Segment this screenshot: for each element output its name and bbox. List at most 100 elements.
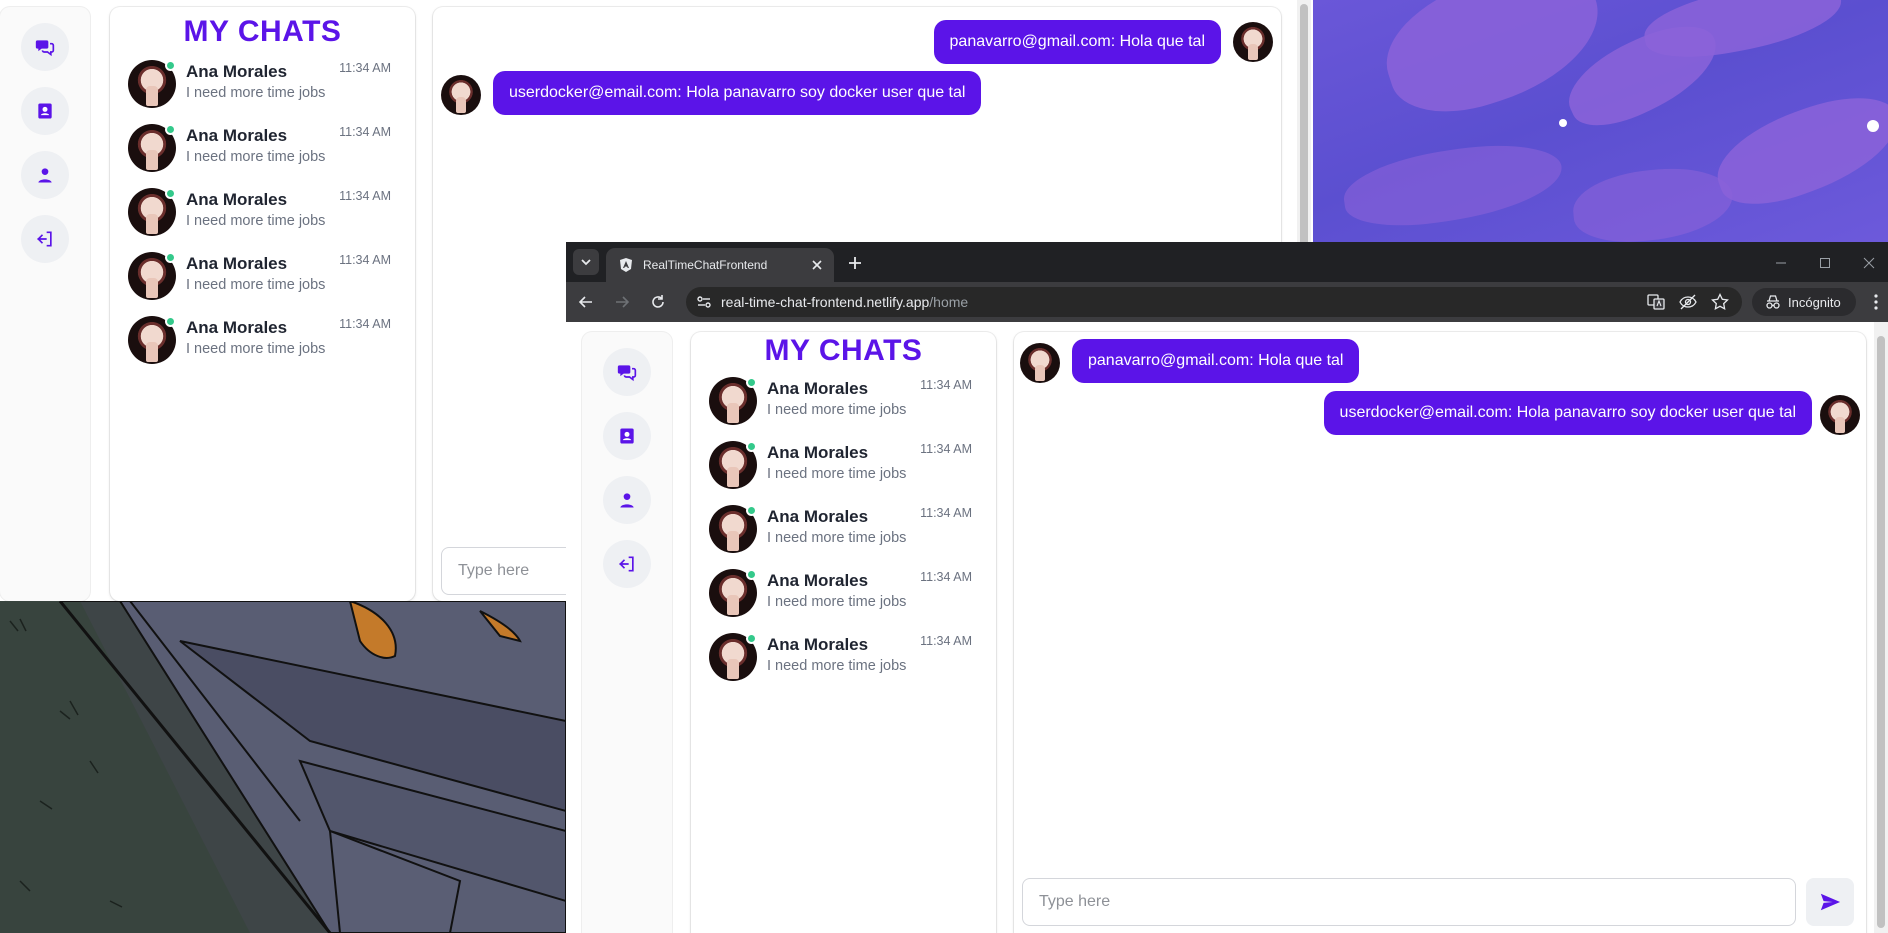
chat-last-message: I need more time jobs bbox=[767, 594, 907, 610]
chat-list-item[interactable]: Ana Morales I need more time jobs 11:34 … bbox=[128, 249, 391, 303]
translate-button[interactable] bbox=[1646, 292, 1666, 312]
chat-contact-name: Ana Morales bbox=[186, 62, 288, 81]
chat-last-message: I need more time jobs bbox=[186, 341, 326, 357]
online-status-dot bbox=[165, 316, 176, 327]
chat-contact-name: Ana Morales bbox=[186, 318, 288, 337]
arrow-right-icon bbox=[616, 296, 630, 308]
message-bubble: userdocker@email.com: Hola panavarro soy… bbox=[493, 71, 982, 115]
message-bubble: userdocker@email.com: Hola panavarro soy… bbox=[1323, 391, 1812, 435]
chats-nav-button[interactable] bbox=[21, 23, 69, 71]
contacts-icon bbox=[620, 428, 634, 444]
minimize-icon bbox=[1776, 262, 1786, 264]
online-status-dot bbox=[746, 441, 757, 452]
chat-list-panel: MY CHATS Ana Morales I need more time jo… bbox=[691, 332, 996, 933]
tab-close-button[interactable] bbox=[808, 256, 826, 274]
chat-contact-name: Ana Morales bbox=[186, 126, 288, 145]
chats-nav-button[interactable] bbox=[603, 348, 651, 396]
chat-list-item[interactable]: Ana Morales I need more time jobs 11:34 … bbox=[709, 630, 972, 684]
browser-toolbar: real-time-chat-frontend.netlify.app/home… bbox=[566, 282, 1888, 322]
contacts-icon bbox=[38, 103, 52, 119]
send-button[interactable] bbox=[1806, 878, 1854, 926]
chat-list-item[interactable]: Ana Morales I need more time jobs 11:34 … bbox=[709, 438, 972, 492]
chat-time: 11:34 AM bbox=[339, 317, 391, 331]
chat-list-panel: MY CHATS Ana Morales I need more time jo… bbox=[110, 7, 415, 601]
chat-list-item[interactable]: Ana Morales I need more time jobs 11:34 … bbox=[128, 185, 391, 239]
back-button[interactable] bbox=[574, 290, 598, 314]
close-window-button[interactable] bbox=[1858, 252, 1880, 274]
address-bar[interactable]: real-time-chat-frontend.netlify.app/home bbox=[686, 287, 1742, 317]
profile-nav-button[interactable] bbox=[21, 151, 69, 199]
online-status-dot bbox=[165, 188, 176, 199]
tab-title: RealTimeChatFrontend bbox=[643, 258, 768, 272]
url-path: /home bbox=[929, 294, 969, 310]
online-status-dot bbox=[746, 505, 757, 516]
avatar bbox=[1820, 395, 1860, 435]
message-row: panavarro@gmail.com: Hola que tal bbox=[433, 20, 1281, 66]
chat-contact-name: Ana Morales bbox=[767, 635, 869, 654]
chat-contact-name: Ana Morales bbox=[186, 190, 288, 209]
chat-time: 11:34 AM bbox=[920, 506, 972, 520]
scrollbar-thumb[interactable] bbox=[1877, 336, 1885, 928]
chat-last-message: I need more time jobs bbox=[186, 149, 326, 165]
chat-contact-name: Ana Morales bbox=[767, 507, 869, 526]
tracking-protection-button[interactable] bbox=[1678, 292, 1698, 312]
logout-nav-button[interactable] bbox=[603, 540, 651, 588]
contacts-nav-button[interactable] bbox=[21, 87, 69, 135]
contacts-nav-button[interactable] bbox=[603, 412, 651, 460]
message-input[interactable] bbox=[1022, 878, 1796, 926]
chat-time: 11:34 AM bbox=[920, 442, 972, 456]
chat-list-item[interactable]: Ana Morales I need more time jobs 11:34 … bbox=[709, 566, 972, 620]
tab-search-button[interactable] bbox=[573, 249, 599, 275]
chat-time: 11:34 AM bbox=[339, 253, 391, 267]
logout-nav-button[interactable] bbox=[21, 215, 69, 263]
maximize-icon bbox=[1820, 258, 1830, 268]
chat-list-title: MY CHATS bbox=[183, 15, 342, 48]
reload-icon bbox=[652, 295, 664, 308]
incognito-icon bbox=[1766, 295, 1780, 309]
chat-list-item[interactable]: Ana Morales I need more time jobs 11:34 … bbox=[128, 121, 391, 175]
close-icon bbox=[812, 260, 822, 270]
chat-list-item[interactable]: Ana Morales I need more time jobs 11:34 … bbox=[128, 313, 391, 367]
url-text: real-time-chat-frontend.netlify.app/home bbox=[721, 294, 968, 310]
url-host: real-time-chat-frontend.netlify.app bbox=[721, 294, 930, 310]
new-tab-button[interactable] bbox=[844, 252, 866, 274]
tab-strip: RealTimeChatFrontend bbox=[566, 242, 1888, 282]
reload-button[interactable] bbox=[646, 290, 670, 314]
chat-time: 11:34 AM bbox=[339, 61, 391, 75]
chat-last-message: I need more time jobs bbox=[767, 530, 907, 546]
wallpaper-illustration bbox=[0, 601, 566, 933]
minimize-button[interactable] bbox=[1770, 252, 1792, 274]
chat-list-item[interactable]: Ana Morales I need more time jobs 11:34 … bbox=[128, 57, 391, 111]
sidebar-nav bbox=[582, 332, 672, 933]
maximize-button[interactable] bbox=[1814, 252, 1836, 274]
logout-icon bbox=[619, 556, 634, 572]
conversation-panel: panavarro@gmail.com: Hola que tal userdo… bbox=[1014, 332, 1866, 933]
chat-list-item[interactable]: Ana Morales I need more time jobs 11:34 … bbox=[709, 502, 972, 556]
chat-last-message: I need more time jobs bbox=[767, 402, 907, 418]
message-row: userdocker@email.com: Hola panavarro soy… bbox=[433, 71, 1281, 117]
chat-last-message: I need more time jobs bbox=[186, 277, 326, 293]
send-icon bbox=[1820, 893, 1841, 911]
chat-last-message: I need more time jobs bbox=[767, 466, 907, 482]
online-status-dot bbox=[746, 569, 757, 580]
chat-last-message: I need more time jobs bbox=[186, 213, 326, 229]
chat-list-item[interactable]: Ana Morales I need more time jobs 11:34 … bbox=[709, 374, 972, 428]
chats-icon bbox=[617, 365, 637, 382]
chat-time: 11:34 AM bbox=[339, 125, 391, 139]
browser-tab[interactable]: RealTimeChatFrontend bbox=[606, 248, 834, 282]
page-scrollbar[interactable] bbox=[1874, 322, 1888, 933]
browser-window: RealTimeChatFrontend real-time-chat-fron… bbox=[566, 242, 1888, 933]
browser-menu-button[interactable] bbox=[1866, 290, 1886, 314]
site-info-button[interactable] bbox=[694, 292, 714, 312]
incognito-label: Incógnito bbox=[1788, 295, 1841, 310]
incognito-indicator[interactable]: Incógnito bbox=[1752, 288, 1856, 316]
message-bubble: panavarro@gmail.com: Hola que tal bbox=[933, 20, 1221, 64]
message-bubble: panavarro@gmail.com: Hola que tal bbox=[1072, 339, 1360, 383]
profile-nav-button[interactable] bbox=[603, 476, 651, 524]
desktop-wallpaper-ground bbox=[0, 601, 566, 933]
chat-contact-name: Ana Morales bbox=[767, 379, 869, 398]
bookmark-button[interactable] bbox=[1710, 292, 1730, 312]
avatar bbox=[1233, 22, 1273, 62]
forward-button[interactable] bbox=[610, 290, 634, 314]
arrow-left-icon bbox=[578, 296, 592, 308]
